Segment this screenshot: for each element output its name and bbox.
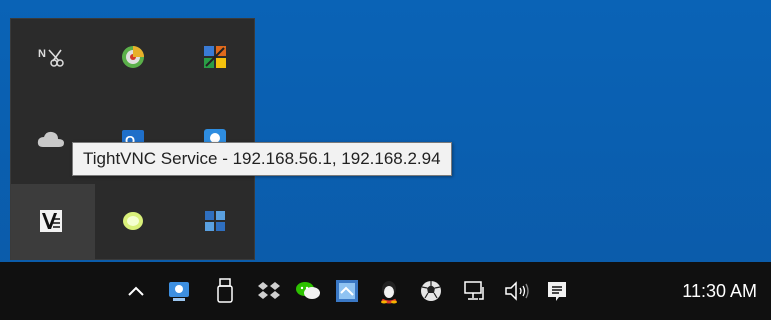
disc-burner-icon[interactable]: [117, 41, 149, 73]
tightvnc-tooltip: TightVNC Service - 192.168.56.1, 192.168…: [72, 142, 452, 176]
volume-icon[interactable]: [501, 275, 533, 307]
dropbox-like-icon[interactable]: [253, 275, 285, 307]
soccer-ball-icon[interactable]: [415, 275, 447, 307]
qq-penguin-icon[interactable]: [373, 275, 405, 307]
tightvnc-icon[interactable]: [35, 205, 67, 237]
network-scissors-icon[interactable]: N: [35, 41, 67, 73]
lime-ball-icon[interactable]: [117, 205, 149, 237]
screenshot-tool-icon[interactable]: [331, 275, 363, 307]
taskbar: 11:30 AM: [0, 262, 771, 320]
action-center-icon[interactable]: [541, 275, 573, 307]
puzzle-app-icon[interactable]: [199, 205, 231, 237]
clock-time: 11:30 AM: [682, 280, 757, 301]
wechat-icon[interactable]: [292, 275, 324, 307]
taskbar-clock[interactable]: 11:30 AM: [682, 262, 757, 320]
svg-text:N: N: [38, 48, 46, 60]
tray-overflow-flyout: N O: [10, 18, 255, 260]
onedrive-cloud-icon[interactable]: [35, 123, 67, 155]
usb-drive-icon[interactable]: [209, 275, 241, 307]
tooltip-text: TightVNC Service - 192.168.56.1, 192.168…: [83, 149, 441, 168]
tool-color-icon[interactable]: [199, 41, 231, 73]
remote-desktop-icon[interactable]: [163, 275, 195, 307]
network-icon[interactable]: [459, 275, 491, 307]
show-hidden-icons-chevron[interactable]: [120, 275, 152, 307]
